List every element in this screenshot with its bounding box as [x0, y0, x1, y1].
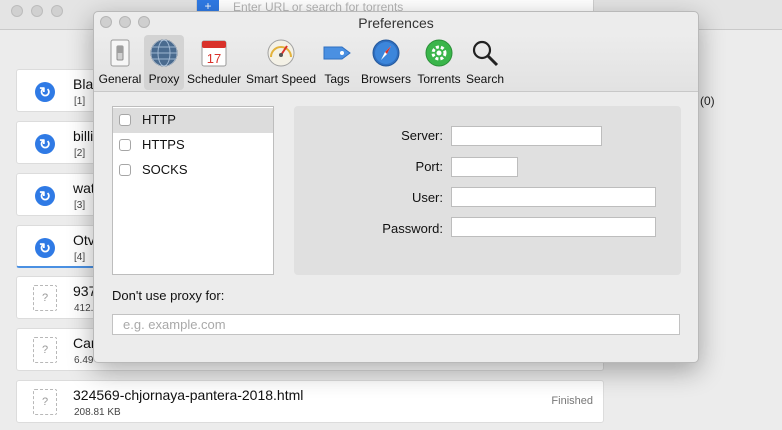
- port-input[interactable]: [451, 157, 518, 177]
- row-sub: [3]: [74, 200, 86, 211]
- tab-tags-label: Tags: [324, 72, 350, 86]
- unknown-file-icon: ?: [33, 389, 57, 415]
- sync-icon: ↻: [35, 82, 55, 102]
- unknown-file-icon: ?: [33, 285, 57, 311]
- preferences-window: Preferences General Proxy 17 Scheduler S…: [93, 11, 699, 363]
- tab-proxy-label: Proxy: [148, 72, 180, 86]
- sync-icon: ↻: [35, 186, 55, 206]
- row-sub: [1]: [74, 96, 86, 107]
- tab-torrents-label: Torrents: [417, 72, 461, 86]
- http-checkbox[interactable]: [119, 114, 131, 126]
- background-close-button[interactable]: [11, 5, 23, 17]
- protocol-label: HTTP: [142, 112, 176, 127]
- protocol-label: SOCKS: [142, 162, 188, 177]
- background-zoom-button[interactable]: [51, 5, 63, 17]
- preferences-titlebar: Preferences: [94, 12, 698, 34]
- tab-search[interactable]: Search: [464, 35, 506, 90]
- row-sub: 208.81 KB: [74, 407, 121, 418]
- tab-browsers[interactable]: Browsers: [358, 35, 414, 90]
- protocol-label: HTTPS: [142, 137, 185, 152]
- tab-tags[interactable]: Tags: [320, 35, 354, 90]
- sync-icon: ↻: [35, 134, 55, 154]
- globe-icon: [150, 39, 178, 67]
- switch-icon: [110, 39, 130, 67]
- window-title: Preferences: [358, 15, 434, 31]
- server-input[interactable]: [451, 126, 602, 146]
- preferences-toolbar: General Proxy 17 Scheduler Smart Speed T…: [94, 34, 698, 92]
- tab-torrents[interactable]: Torrents: [416, 35, 462, 90]
- tab-smart-speed-label: Smart Speed: [246, 72, 317, 86]
- protocol-item-socks[interactable]: SOCKS: [113, 158, 273, 183]
- row-sub: 412.: [74, 303, 94, 314]
- row-name: Bla: [73, 76, 94, 92]
- row-sub: [4]: [74, 252, 86, 263]
- speedometer-icon: [267, 39, 295, 67]
- tab-smart-speed[interactable]: Smart Speed: [246, 35, 316, 90]
- unknown-file-icon: ?: [33, 337, 57, 363]
- no-proxy-label: Don't use proxy for:: [112, 288, 225, 303]
- sync-icon: ↻: [35, 238, 55, 258]
- server-label: Server:: [401, 128, 443, 143]
- tab-scheduler[interactable]: 17 Scheduler: [186, 35, 242, 90]
- password-input[interactable]: [451, 217, 656, 237]
- tab-scheduler-label: Scheduler: [186, 72, 242, 86]
- no-proxy-input[interactable]: [112, 314, 680, 335]
- count-label: (0): [700, 94, 715, 108]
- row-name: Otv: [73, 232, 95, 248]
- magnifier-icon: [472, 40, 499, 67]
- row-name: billi: [73, 128, 94, 144]
- tag-icon: [323, 46, 351, 60]
- protocol-item-http[interactable]: HTTP: [113, 108, 273, 133]
- password-label: Password:: [382, 221, 443, 236]
- tab-general-label: General: [98, 72, 142, 86]
- row-name: 324569-chjornaya-pantera-2018.html: [73, 387, 304, 403]
- gear-icon: [425, 39, 453, 67]
- background-minimize-button[interactable]: [31, 5, 43, 17]
- compass-icon: [372, 39, 400, 67]
- protocol-list: HTTP HTTPS SOCKS: [112, 106, 274, 275]
- tab-general[interactable]: General: [98, 35, 142, 90]
- user-input[interactable]: [451, 187, 656, 207]
- tab-browsers-label: Browsers: [360, 72, 411, 86]
- user-label: User:: [411, 190, 443, 205]
- proxy-settings-panel: Server: Port: User: Password:: [294, 106, 681, 275]
- row-status: Finished: [551, 395, 593, 407]
- row-sub: 6.49: [74, 355, 94, 366]
- https-checkbox[interactable]: [119, 139, 131, 151]
- row-name: wat: [73, 180, 95, 196]
- tab-search-label: Search: [465, 72, 505, 86]
- download-row[interactable]: ? 324569-chjornaya-pantera-2018.html 208…: [16, 380, 604, 423]
- tab-proxy[interactable]: Proxy: [144, 35, 184, 90]
- calendar-icon: 17: [201, 40, 227, 67]
- row-sub: [2]: [74, 148, 86, 159]
- protocol-item-https[interactable]: HTTPS: [113, 133, 273, 158]
- socks-checkbox[interactable]: [119, 164, 131, 176]
- calendar-day: 17: [207, 51, 221, 66]
- port-label: Port:: [415, 159, 443, 174]
